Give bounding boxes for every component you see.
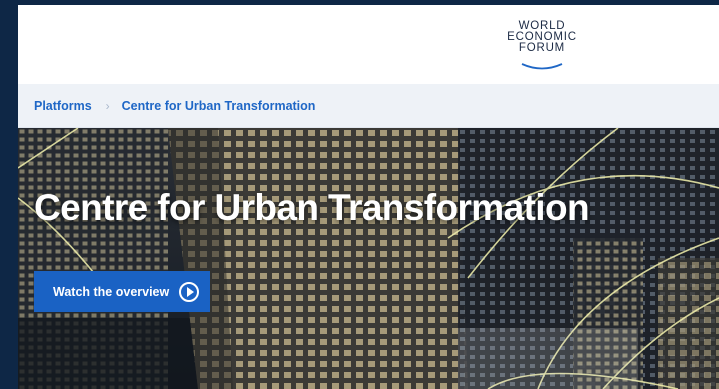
page-frame: WORLD ECONOMIC FORUM Platforms › Centre … [18,5,719,389]
swoosh-icon [521,63,563,70]
city-night-image [18,128,719,389]
hero-banner: Centre for Urban Transformation Watch th… [18,128,719,389]
watch-overview-button[interactable]: Watch the overview [34,271,210,312]
breadcrumb-current-link[interactable]: Centre for Urban Transformation [122,99,316,113]
hero-title: Centre for Urban Transformation [34,187,590,228]
logo-word-3: FORUM [518,42,566,54]
watch-overview-label: Watch the overview [53,284,170,299]
breadcrumb-separator: › [105,98,110,113]
play-circle-icon [179,281,200,302]
breadcrumb-platforms-link[interactable]: Platforms [34,99,92,113]
wef-logo[interactable]: WORLD ECONOMIC FORUM [496,20,588,73]
breadcrumb: Platforms › Centre for Urban Transformat… [18,84,719,128]
site-header: WORLD ECONOMIC FORUM [18,5,719,84]
